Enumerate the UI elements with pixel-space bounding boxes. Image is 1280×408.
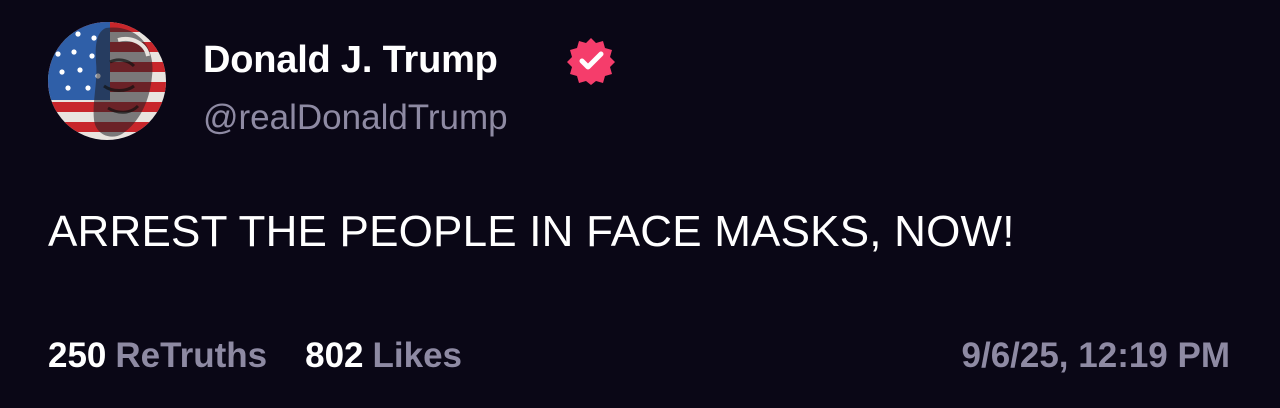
retruths-stat[interactable]: 250 ReTruths <box>48 334 267 378</box>
author-avatar[interactable] <box>48 22 166 140</box>
author-handle[interactable]: @realDonaldTrump <box>203 96 508 140</box>
post-timestamp[interactable]: 9/6/25, 12:19 PM <box>962 334 1231 378</box>
retruths-label: ReTruths <box>115 336 268 375</box>
retruths-count: 250 <box>48 336 107 375</box>
post-card: Donald J. Trump @realDonaldTrump ARREST … <box>0 0 1280 408</box>
avatar-image <box>48 22 166 140</box>
likes-label: Likes <box>372 336 463 375</box>
author-display-name[interactable]: Donald J. Trump <box>203 36 498 84</box>
likes-count: 802 <box>305 336 364 375</box>
post-body-text: ARREST THE PEOPLE IN FACE MASKS, NOW! <box>48 207 1015 256</box>
likes-stat[interactable]: 802 Likes <box>305 334 462 378</box>
post-stats: 250 ReTruths 802 Likes <box>48 334 462 378</box>
verified-badge-icon <box>566 35 616 85</box>
